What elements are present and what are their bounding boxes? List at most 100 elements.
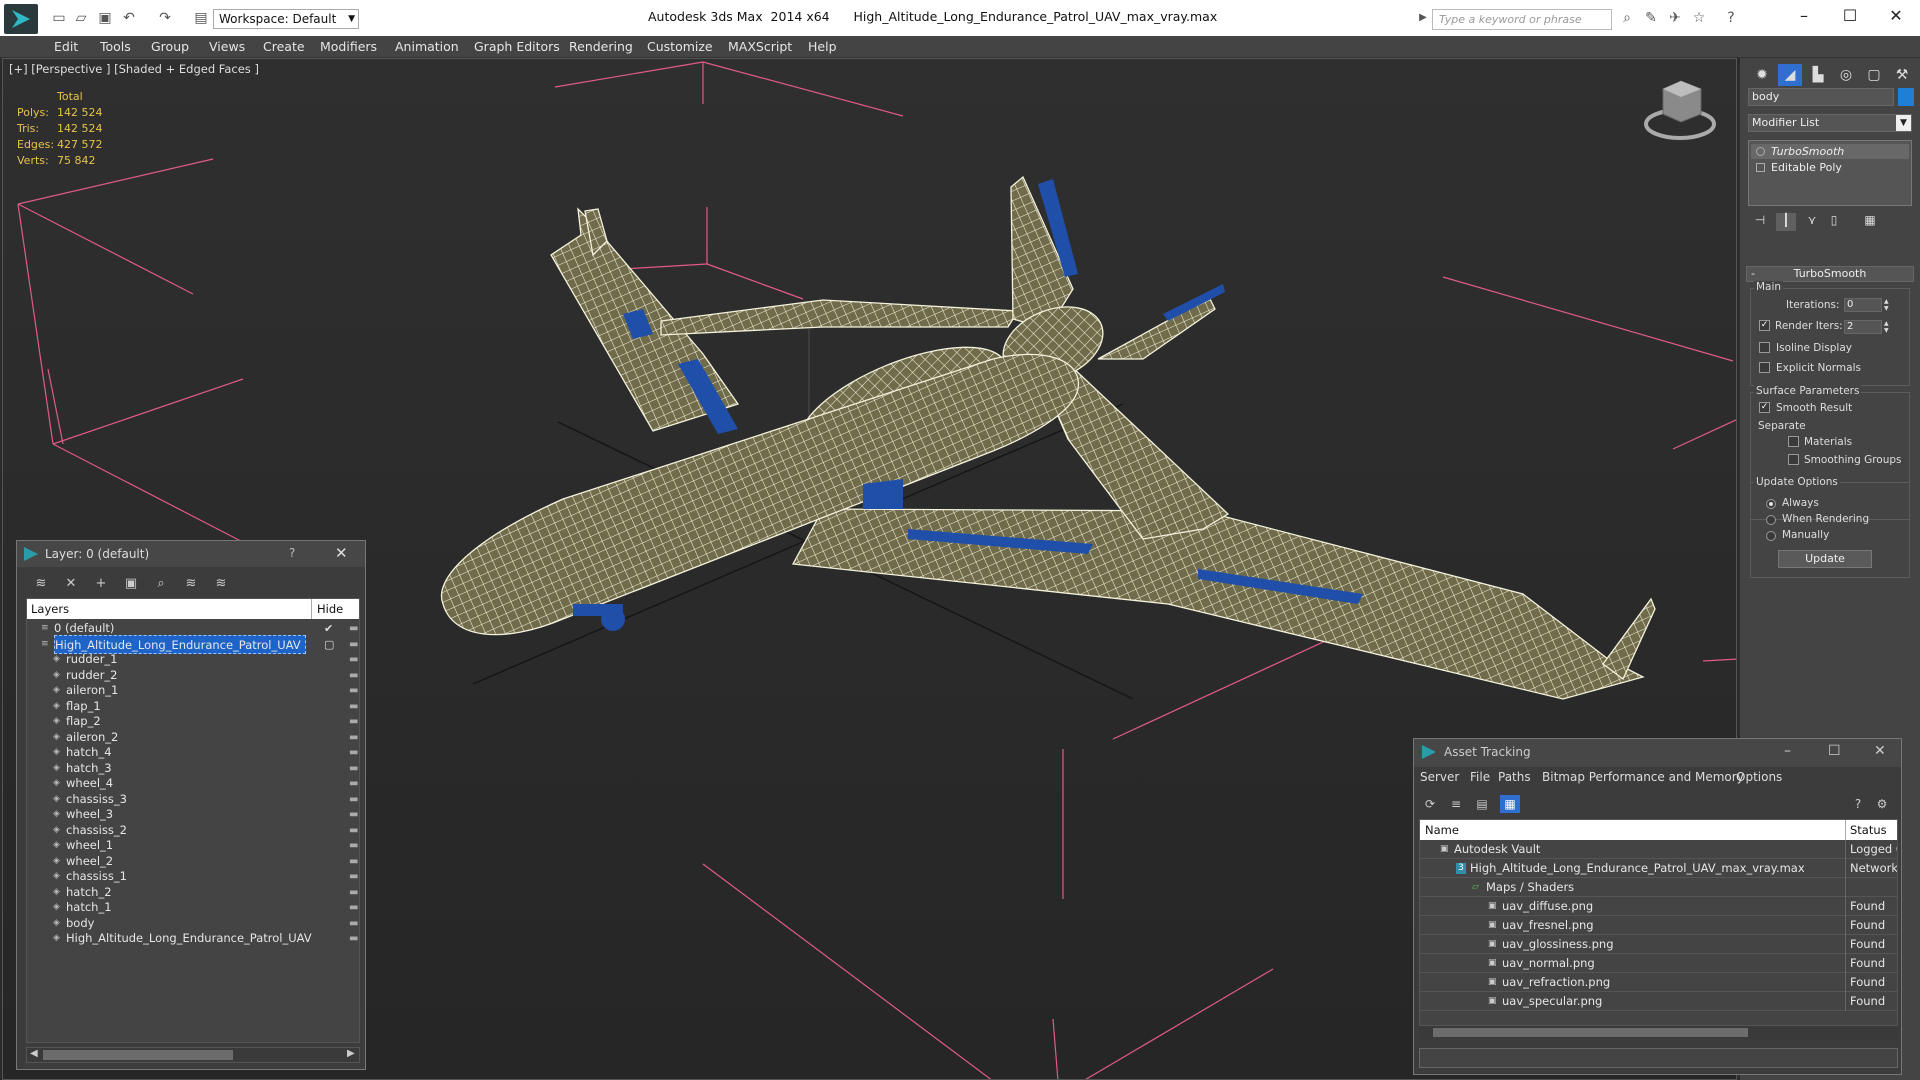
hierarchy-tab-icon[interactable]: ▙ <box>1806 64 1830 86</box>
asset-row[interactable]: ▣ uav_normal.png Found <box>1420 954 1897 973</box>
settings-icon[interactable]: ⚙ <box>1872 795 1892 813</box>
menu-help[interactable]: Help <box>808 39 837 54</box>
render-iters-checkbox[interactable]: ✓ <box>1759 320 1770 331</box>
redo-icon[interactable]: ↷ <box>156 10 174 26</box>
layer-horizontal-scrollbar[interactable]: ◀ ▶ <box>26 1047 360 1063</box>
layer-row[interactable]: ◈ High_Altitude_Long_Endurance_Patrol_UAV… <box>27 929 359 948</box>
help-icon[interactable]: ? <box>289 546 295 560</box>
explicit-normals-checkbox[interactable] <box>1759 362 1770 373</box>
freeze-all-layers-icon[interactable]: ≋ <box>211 575 231 593</box>
smooth-result-checkbox[interactable]: ✓ <box>1759 402 1770 413</box>
update-button[interactable]: Update <box>1778 550 1872 568</box>
binoculars-icon[interactable]: ⌕ <box>1618 10 1636 26</box>
render-iters-spinner[interactable]: 2 <box>1844 320 1882 334</box>
communication-icon[interactable]: ✈ <box>1666 10 1684 26</box>
object-color-swatch[interactable] <box>1898 88 1914 106</box>
col-status[interactable]: Status <box>1850 823 1887 837</box>
favorites-star-icon[interactable]: ☆ <box>1690 10 1708 26</box>
col-name[interactable]: Name <box>1425 823 1459 837</box>
asset-row[interactable]: ▣ uav_fresnel.png Found <box>1420 916 1897 935</box>
when-rendering-radio[interactable] <box>1766 515 1776 525</box>
create-layer-icon[interactable]: ≋ <box>31 575 51 593</box>
remove-modifier-icon[interactable]: ▯ <box>1824 213 1844 231</box>
delete-layer-icon[interactable]: ✕ <box>61 575 81 593</box>
uav-model[interactable] <box>440 175 1656 700</box>
viewport-label[interactable]: [+] [Perspective ] [Shaded + Edged Faces… <box>9 62 259 76</box>
make-unique-icon[interactable]: ⋎ <box>1802 213 1822 231</box>
spinner-arrows-icon[interactable]: ▲ ▼ <box>1884 320 1892 334</box>
search-input[interactable]: Type a keyword or phrase <box>1432 9 1612 30</box>
menu-graph-editors[interactable]: Graph Editors <box>474 39 560 54</box>
display-tab-icon[interactable]: ▢ <box>1862 64 1886 86</box>
manually-radio[interactable] <box>1766 531 1776 541</box>
turbosmooth-rollout-header[interactable]: - TurboSmooth <box>1746 266 1914 282</box>
project-folder-icon[interactable]: ▤ <box>192 10 210 26</box>
refresh-icon[interactable]: ⟳ <box>1420 795 1440 813</box>
new-file-icon[interactable]: ▭ <box>50 10 68 26</box>
menu-rendering[interactable]: Rendering <box>569 39 633 54</box>
col-layers[interactable]: Layers <box>31 602 69 616</box>
layer-row-name[interactable]: High_Altitude_Long_Endurance_Patrol_UAV <box>66 929 316 948</box>
show-end-result-icon[interactable]: ┃ <box>1776 213 1796 231</box>
menu-group[interactable]: Group <box>151 39 189 54</box>
menu-customize[interactable]: Customize <box>647 39 713 54</box>
stack-item-turbosmooth[interactable]: TurboSmooth <box>1751 144 1909 159</box>
asset-row[interactable]: 3 High_Altitude_Long_Endurance_Patrol_UAV… <box>1420 859 1897 878</box>
asset-horizontal-scrollbar[interactable] <box>1419 1025 1898 1039</box>
asset-row[interactable]: ▣ uav_diffuse.png Found <box>1420 897 1897 916</box>
minimize-icon[interactable]: – <box>1784 4 1824 28</box>
save-file-icon[interactable]: ▣ <box>96 10 114 26</box>
asset-menu-bitmap-performance[interactable]: Bitmap Performance and Memory <box>1542 770 1744 784</box>
asset-menu-options[interactable]: Options <box>1736 770 1782 784</box>
select-objects-in-layer-icon[interactable]: ▣ <box>121 575 141 593</box>
iterations-spinner[interactable]: 0 <box>1844 298 1882 312</box>
spinner-arrows-icon[interactable]: ▲ ▼ <box>1884 298 1892 312</box>
hide-toggle[interactable]: ▬ <box>349 929 358 948</box>
create-tab-icon[interactable]: ✹ <box>1750 64 1774 86</box>
object-name-field[interactable]: body <box>1748 88 1894 106</box>
asset-row[interactable]: ▣ uav_glossiness.png Found <box>1420 935 1897 954</box>
workspace-dropdown[interactable]: Workspace: Default ▼ <box>213 9 359 29</box>
highlight-selected-layer-icon[interactable]: ⌕ <box>151 575 171 593</box>
maximize-icon[interactable]: ☐ <box>1830 4 1870 28</box>
subscription-icon[interactable]: ✎ <box>1642 10 1660 26</box>
menu-views[interactable]: Views <box>209 39 245 54</box>
asset-row[interactable]: ▣ Autodesk Vault Logged O <box>1420 840 1897 859</box>
close-icon[interactable]: ✕ <box>335 544 348 562</box>
asset-menu-file[interactable]: File <box>1470 770 1490 784</box>
app-logo-icon[interactable] <box>4 4 38 34</box>
asset-row[interactable]: ▣ uav_refraction.png Found <box>1420 973 1897 992</box>
pin-stack-icon[interactable]: ⊣ <box>1750 213 1770 231</box>
hide-all-layers-icon[interactable]: ≋ <box>181 575 201 593</box>
lightbulb-icon[interactable] <box>1756 147 1765 156</box>
asset-menu-paths[interactable]: Paths <box>1498 770 1531 784</box>
menu-modifiers[interactable]: Modifiers <box>320 39 377 54</box>
always-radio[interactable] <box>1766 499 1776 509</box>
close-icon[interactable]: ✕ <box>1876 4 1916 28</box>
utilities-tab-icon[interactable]: ⚒ <box>1890 64 1914 86</box>
maximize-icon[interactable]: ☐ <box>1828 743 1841 759</box>
configure-modifier-sets-icon[interactable]: ▦ <box>1860 213 1880 231</box>
modify-tab-icon[interactable]: ◢ <box>1778 64 1802 86</box>
isoline-display-checkbox[interactable] <box>1759 342 1770 353</box>
asset-menu-server[interactable]: Server <box>1420 770 1459 784</box>
asset-row[interactable]: ▣ uav_specular.png Found <box>1420 992 1897 1011</box>
menu-create[interactable]: Create <box>263 39 305 54</box>
menu-tools[interactable]: Tools <box>100 39 131 54</box>
motion-tab-icon[interactable]: ◎ <box>1834 64 1858 86</box>
add-to-layer-icon[interactable]: + <box>91 575 111 593</box>
help-icon[interactable]: ? <box>1848 795 1868 813</box>
menu-edit[interactable]: Edit <box>54 39 78 54</box>
asset-row[interactable]: ▱ Maps / Shaders <box>1420 878 1897 897</box>
smoothing-groups-checkbox[interactable] <box>1788 454 1799 465</box>
materials-checkbox[interactable] <box>1788 436 1799 447</box>
minimize-icon[interactable]: – <box>1784 743 1791 759</box>
help-icon[interactable]: ? <box>1722 10 1740 26</box>
undo-icon[interactable]: ↶ <box>120 10 138 26</box>
asset-dialog-titlebar[interactable]: Asset Tracking – ☐ ✕ <box>1414 739 1901 767</box>
open-file-icon[interactable]: ▱ <box>72 10 90 26</box>
tree-view-icon[interactable]: ▤ <box>1472 795 1492 813</box>
viewcube[interactable] <box>1644 80 1716 140</box>
stack-item-editable-poly[interactable]: Editable Poly <box>1751 160 1909 175</box>
menu-animation[interactable]: Animation <box>395 39 459 54</box>
